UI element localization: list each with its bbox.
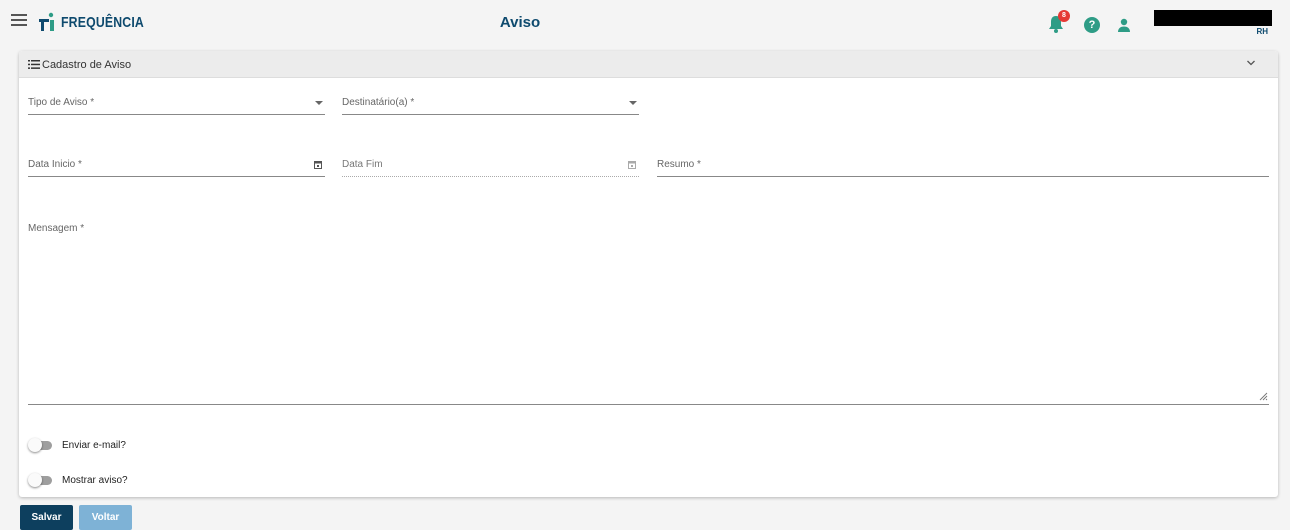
card-header[interactable]: Cadastro de Aviso (19, 51, 1278, 78)
tipo-aviso-label: Tipo de Aviso * (28, 97, 95, 108)
mensagem-label: Mensagem * (28, 223, 85, 234)
enviar-email-label: Enviar e-mail? (62, 439, 126, 451)
data-fim-label: Data Fim (342, 159, 383, 170)
dropdown-arrow-icon (629, 101, 637, 105)
card-title: Cadastro de Aviso (42, 59, 132, 71)
resumo-field[interactable]: Resumo * (657, 157, 1269, 177)
form-card: Cadastro de Aviso Tipo de Aviso * Destin… (19, 51, 1278, 497)
mostrar-aviso-toggle[interactable]: Mostrar aviso? (28, 472, 128, 488)
calendar-icon[interactable] (314, 160, 322, 169)
user-role: RH (1256, 27, 1268, 36)
destinatario-label: Destinatário(a) * (342, 97, 415, 108)
destinatario-select[interactable]: Destinatário(a) * (342, 95, 639, 115)
notification-badge: 8 (1058, 10, 1070, 22)
tipo-aviso-select[interactable]: Tipo de Aviso * (28, 95, 325, 115)
data-inicio-field[interactable]: Data Inicio * (28, 157, 325, 177)
user-icon[interactable] (1116, 17, 1132, 33)
mensagem-textarea[interactable]: Mensagem * (28, 223, 1269, 405)
resize-handle-icon[interactable] (1258, 391, 1268, 401)
dropdown-arrow-icon (315, 101, 323, 105)
enviar-email-toggle[interactable]: Enviar e-mail? (28, 437, 126, 453)
page-title: Aviso (499, 14, 541, 31)
toggle-switch[interactable] (28, 438, 52, 452)
toggle-switch[interactable] (28, 473, 52, 487)
user-block[interactable]: RH (1154, 10, 1272, 38)
calendar-icon[interactable] (628, 160, 636, 169)
resumo-label: Resumo * (657, 159, 701, 170)
list-icon (28, 60, 40, 69)
chevron-down-icon[interactable] (1246, 58, 1256, 68)
top-bar: FREQUÊNCIA Aviso 8 ? RH (0, 0, 1290, 44)
mostrar-aviso-label: Mostrar aviso? (62, 474, 128, 486)
back-button[interactable]: Voltar (79, 505, 132, 530)
help-icon[interactable]: ? (1084, 17, 1100, 33)
user-name-redacted (1154, 10, 1272, 26)
data-inicio-label: Data Inicio * (28, 159, 82, 170)
data-fim-field[interactable]: Data Fim (342, 157, 639, 177)
save-button[interactable]: Salvar (20, 505, 73, 530)
